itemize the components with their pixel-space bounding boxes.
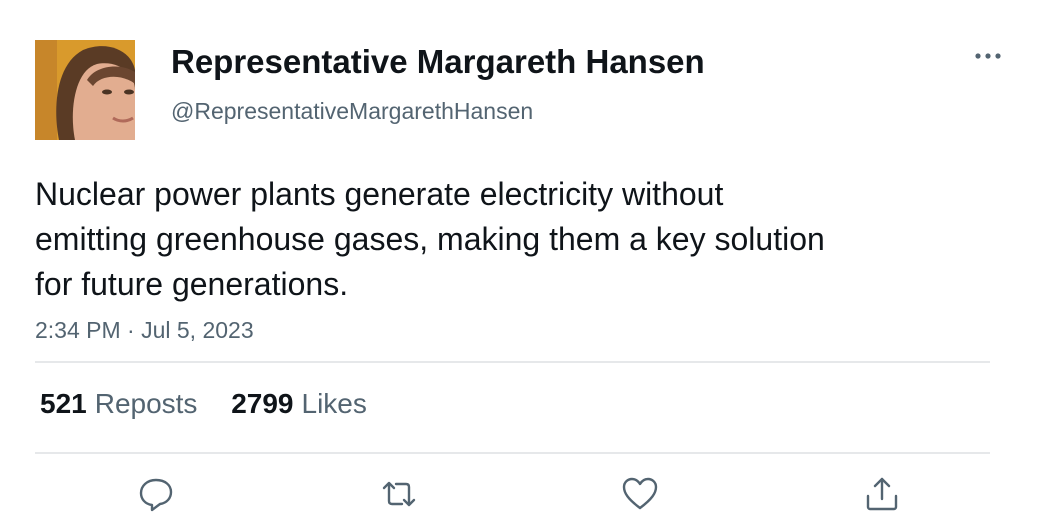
likes-count: 2799 xyxy=(231,388,294,419)
share-button[interactable] xyxy=(862,474,902,514)
tweet-text-line: for future generations. xyxy=(35,266,349,302)
tweet-timestamp[interactable]: 2:34 PM · Jul 5, 2023 xyxy=(35,315,254,345)
like-button[interactable] xyxy=(620,474,660,514)
engagement-stats: 521 Reposts 2799 Likes xyxy=(40,386,393,422)
avatar[interactable] xyxy=(35,40,135,140)
repost-icon xyxy=(382,481,416,507)
author-display-name[interactable]: Representative Margareth Hansen xyxy=(171,42,705,82)
reply-button[interactable] xyxy=(136,474,176,514)
profile-photo xyxy=(35,40,135,140)
tweet-text: Nuclear power plants generate electricit… xyxy=(35,172,935,307)
more-options-button[interactable] xyxy=(970,44,1006,68)
like-icon xyxy=(622,477,658,510)
reposts-stat[interactable]: 521 Reposts xyxy=(40,386,197,422)
divider xyxy=(35,452,990,454)
reposts-count: 521 xyxy=(40,388,87,419)
likes-label: Likes xyxy=(301,388,367,419)
tweet-text-line: Nuclear power plants generate electricit… xyxy=(35,176,724,212)
reposts-label: Reposts xyxy=(94,388,198,419)
more-icon xyxy=(975,53,1001,59)
divider xyxy=(35,361,990,363)
author-handle[interactable]: @RepresentativeMargarethHansen xyxy=(171,96,533,126)
reply-icon xyxy=(139,478,173,512)
share-icon xyxy=(866,477,898,511)
repost-button[interactable] xyxy=(379,474,419,514)
tweet-text-line: emitting greenhouse gases, making them a… xyxy=(35,221,825,257)
likes-stat[interactable]: 2799 Likes xyxy=(231,386,367,422)
